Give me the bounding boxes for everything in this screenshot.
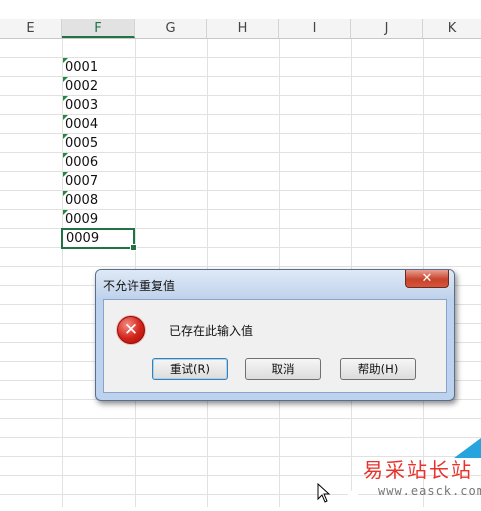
watermark: 易采站长站 www.easck.com: [336, 438, 481, 507]
error-indicator-icon: [63, 191, 68, 196]
close-button[interactable]: ✕: [405, 270, 449, 288]
error-indicator-icon: [63, 172, 68, 177]
selected-cell-input[interactable]: 0009: [61, 228, 137, 251]
cell-value: 0003: [65, 98, 99, 113]
column-header-k[interactable]: K: [423, 19, 481, 38]
cell-f-0002[interactable]: 0002: [63, 77, 134, 95]
error-indicator-icon: [63, 134, 68, 139]
dialog-message: 已存在此输入值: [169, 324, 254, 338]
error-indicator-icon: [63, 96, 68, 101]
close-icon: ✕: [421, 271, 433, 286]
error-indicator-icon: [63, 210, 68, 215]
cell-value: 0009: [66, 231, 100, 246]
cell-value: 0008: [65, 193, 99, 208]
cell-value: 0001: [65, 60, 99, 75]
dialog-titlebar[interactable]: 不允许重复值 ✕: [96, 270, 454, 298]
cell-value: 0006: [65, 155, 99, 170]
cell-f-0004[interactable]: 0004: [63, 115, 134, 133]
column-header-i[interactable]: I: [279, 19, 351, 38]
gridline-horizontal: [0, 418, 481, 419]
column-header-e[interactable]: E: [0, 19, 62, 38]
error-indicator-icon: [63, 77, 68, 82]
error-indicator-icon: [63, 115, 68, 120]
watermark-title: 易采站长站: [363, 458, 473, 482]
cell-value: 0004: [65, 117, 99, 132]
ribbon-edge: [0, 0, 481, 19]
cell-f-0008[interactable]: 0008: [63, 191, 134, 209]
column-header-j[interactable]: J: [351, 19, 423, 38]
cell-value: 0009: [65, 212, 99, 227]
gridline-horizontal: [0, 266, 481, 267]
help-button[interactable]: 帮助(H): [340, 358, 416, 380]
error-icon: ✕: [117, 316, 145, 344]
column-header-g[interactable]: G: [135, 19, 207, 38]
cell-f-0001[interactable]: 0001: [63, 58, 134, 76]
cell-f-0003[interactable]: 0003: [63, 96, 134, 114]
mouse-cursor-icon: [317, 483, 331, 503]
dialog-body: ✕ 已存在此输入值 重试(R) 取消 帮助(H): [103, 299, 447, 393]
column-header-f[interactable]: F: [62, 19, 135, 38]
cell-f-0006[interactable]: 0006: [63, 153, 134, 171]
retry-button[interactable]: 重试(R): [152, 358, 228, 380]
error-indicator-icon: [63, 153, 68, 158]
column-header-h[interactable]: H: [207, 19, 279, 38]
cell-value: 0007: [65, 174, 99, 189]
dialog-title: 不允许重复值: [103, 279, 176, 293]
spreadsheet-grid: E F G H I J K 0001 0002 0003 0004 0005 0…: [0, 0, 481, 507]
watermark-url: www.easck.com: [378, 484, 481, 498]
cell-value: 0005: [65, 136, 99, 151]
cell-f-0009[interactable]: 0009: [63, 210, 134, 228]
column-header-row: E F G H I J K: [0, 19, 481, 39]
cell-f-0005[interactable]: 0005: [63, 134, 134, 152]
duplicate-value-dialog: 不允许重复值 ✕ ✕ 已存在此输入值 重试(R) 取消 帮助(H): [95, 269, 455, 401]
error-indicator-icon: [63, 58, 68, 63]
cell-f-0007[interactable]: 0007: [63, 172, 134, 190]
fill-handle[interactable]: [130, 244, 137, 251]
cancel-button[interactable]: 取消: [245, 358, 321, 380]
cell-value: 0002: [65, 79, 99, 94]
